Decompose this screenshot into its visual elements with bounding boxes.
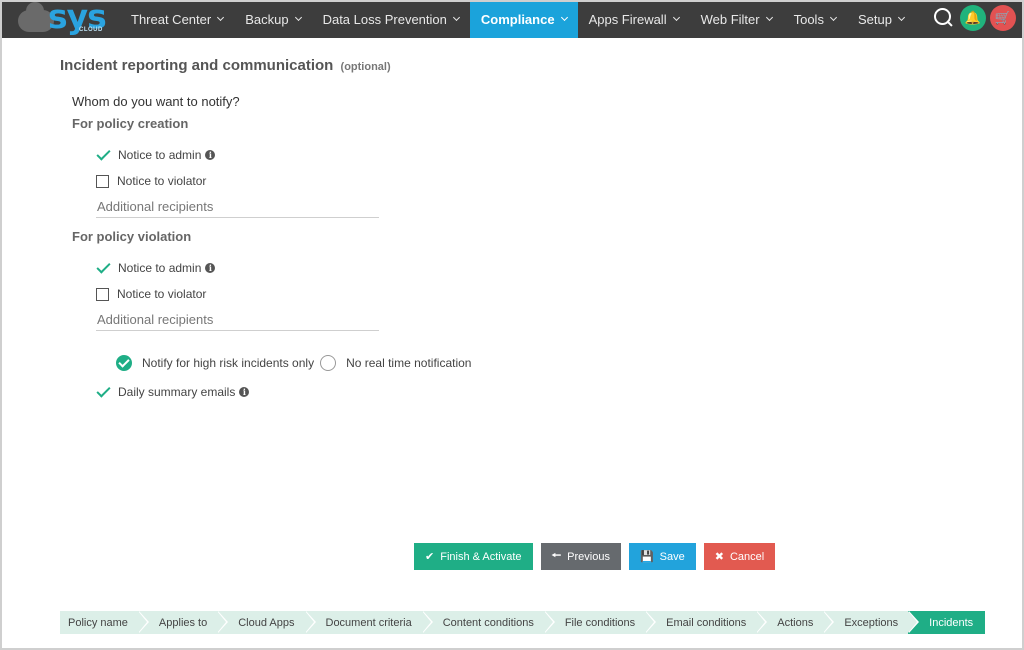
wizard-step-applies-to[interactable]: Applies to <box>137 611 229 634</box>
radio-unselected-icon[interactable] <box>320 355 337 371</box>
chevron-down-icon <box>672 13 680 22</box>
creation-notice-violator-checkbox[interactable]: Notice to violator <box>96 174 206 188</box>
button-label: Finish & Activate <box>440 550 522 563</box>
menu-label: Compliance <box>480 11 555 27</box>
wizard-steps: Policy name Applies to Cloud Apps Docume… <box>60 611 986 634</box>
radio-no-realtime-label[interactable]: No real time notification <box>346 356 471 370</box>
checkmark-icon <box>96 147 111 162</box>
arrow-left-icon: 🠔 <box>551 550 562 562</box>
menu-compliance[interactable]: Compliance <box>469 0 578 38</box>
button-label: Save <box>659 550 685 563</box>
daily-summary-checkbox[interactable]: Daily summary emails i <box>96 384 250 399</box>
wizard-step-file-conditions[interactable]: File conditions <box>543 611 657 634</box>
policy-creation-heading: For policy creation <box>72 116 189 131</box>
floppy-disk-icon: 💾 <box>639 551 654 563</box>
menu-label: Tools <box>793 11 824 27</box>
chevron-down-icon <box>560 13 568 22</box>
wizard-step-incidents[interactable]: Incidents <box>908 611 986 634</box>
cancel-button[interactable]: ✖ Cancel <box>703 543 776 570</box>
violation-additional-recipients-input[interactable] <box>96 309 379 331</box>
previous-button[interactable]: 🠔 Previous <box>540 543 621 570</box>
menu-data-loss-prevention[interactable]: Data Loss Prevention <box>312 0 470 38</box>
checkbox-label: Notice to admin <box>118 147 202 162</box>
form-actions: ✔ Finish & Activate 🠔 Previous 💾 Save ✖ Canc… <box>414 543 776 570</box>
creation-additional-recipients-input[interactable] <box>96 196 379 218</box>
chevron-down-icon <box>452 13 460 22</box>
menu-tools[interactable]: Tools <box>783 0 847 38</box>
radio-selected-icon[interactable] <box>116 355 132 371</box>
menu-label: Data Loss Prevention <box>322 11 447 27</box>
notification-mode-group: Notify for high risk incidents only No r… <box>116 355 471 371</box>
wizard-step-content-conditions[interactable]: Content conditions <box>421 611 555 634</box>
violation-notice-violator-checkbox[interactable]: Notice to violator <box>96 287 206 301</box>
policy-violation-heading: For policy violation <box>72 229 192 244</box>
checkmark-icon <box>96 260 111 275</box>
chevron-down-icon <box>294 13 302 22</box>
wizard-step-cloud-apps[interactable]: Cloud Apps <box>217 611 316 634</box>
info-icon[interactable]: i <box>205 149 216 160</box>
bell-icon[interactable]: 🔔 <box>960 5 986 31</box>
menu-label: Setup <box>857 11 892 27</box>
menu-label: Web Filter <box>700 11 760 27</box>
menu-setup[interactable]: Setup <box>847 0 915 38</box>
button-label: Previous <box>567 550 610 563</box>
menu-threat-center[interactable]: Threat Center <box>120 0 234 38</box>
optional-tag: (optional) <box>340 61 391 73</box>
menu-label: Apps Firewall <box>588 11 667 27</box>
menu-label: Threat Center <box>131 11 212 27</box>
chevron-down-icon <box>765 13 773 22</box>
chevron-down-icon <box>829 13 837 22</box>
button-label: Cancel <box>729 550 765 563</box>
chevron-down-icon <box>897 13 905 22</box>
violation-notice-admin-checkbox[interactable]: Notice to admin i <box>96 260 216 275</box>
checkmark-icon <box>96 384 111 399</box>
nav-actions: 🔔 🛒 <box>930 5 1016 31</box>
menu-web-filter[interactable]: Web Filter <box>690 0 783 38</box>
wizard-step-exceptions[interactable]: Exceptions <box>823 611 919 634</box>
checkbox-label: Notice to violator <box>117 287 207 301</box>
checkbox-label: Daily summary emails <box>118 384 236 399</box>
notify-question: Whom do you want to notify? <box>72 94 240 109</box>
checkbox-empty-icon <box>96 174 109 188</box>
creation-notice-admin-checkbox[interactable]: Notice to admin i <box>96 147 216 162</box>
checkbox-label: Notice to admin <box>118 260 202 275</box>
radio-high-risk-label[interactable]: Notify for high risk incidents only <box>142 356 314 370</box>
wizard-step-document-criteria[interactable]: Document criteria <box>304 611 433 634</box>
save-button[interactable]: 💾 Save <box>628 543 696 570</box>
info-icon[interactable]: i <box>239 386 250 397</box>
wizard-step-email-conditions[interactable]: Email conditions <box>645 611 768 634</box>
sys-cloud-logo[interactable]: sys CLOUD <box>18 0 107 36</box>
checkbox-empty-icon <box>96 287 109 301</box>
section-title: Incident reporting and communication (op… <box>60 57 391 74</box>
menu-label: Backup <box>245 11 289 27</box>
menu-apps-firewall[interactable]: Apps Firewall <box>578 0 690 38</box>
logo-subtext: CLOUD <box>79 27 103 33</box>
info-icon[interactable]: i <box>205 262 216 273</box>
checkbox-label: Notice to violator <box>117 174 207 188</box>
main-menu: Threat Center Backup Data Loss Preventio… <box>120 0 915 38</box>
finish-activate-button[interactable]: ✔ Finish & Activate <box>414 543 533 570</box>
section-title-text: Incident reporting and communication <box>60 57 334 74</box>
wizard-step-policy-name[interactable]: Policy name <box>60 611 149 634</box>
cart-icon[interactable]: 🛒 <box>990 5 1016 31</box>
menu-backup[interactable]: Backup <box>234 0 311 38</box>
close-icon: ✖ <box>714 551 724 563</box>
check-icon: ✔ <box>425 551 435 563</box>
search-icon[interactable] <box>930 5 956 31</box>
top-navbar: sys CLOUD Threat Center Backup Data Loss… <box>2 0 1022 38</box>
chevron-down-icon <box>217 13 225 22</box>
